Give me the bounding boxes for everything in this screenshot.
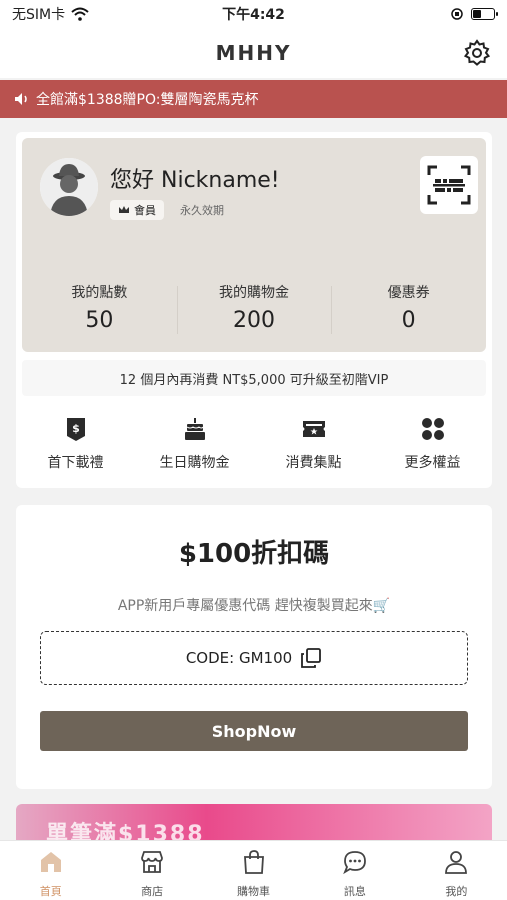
coupon-card: $100折扣碼 APP新用戶專屬優惠代碼 趕快複製買起來🛒 CODE: GM10…	[16, 505, 492, 789]
promo-banner[interactable]: 單筆滿$1388	[16, 804, 492, 844]
barcode-scan-button[interactable]	[420, 156, 478, 214]
stat-value: 50	[85, 308, 114, 333]
member-card: 您好 Nickname! 會員 永久效期 我的點數 50 我的購物金 200 優…	[16, 132, 492, 488]
coupon-code-text: CODE: GM100	[185, 649, 293, 667]
perk-birthday-credit[interactable]: 生日購物金	[135, 414, 254, 474]
perk-label: 更多權益	[404, 455, 461, 471]
tab-label: 購物車	[237, 885, 271, 898]
member-stats: 我的點數 50 我的購物金 200 優惠券 0	[22, 280, 486, 342]
more-grid-icon	[421, 418, 444, 440]
avatar[interactable]	[40, 158, 98, 216]
gear-icon[interactable]	[463, 39, 491, 67]
profile-icon	[445, 851, 468, 874]
perk-label: 消費集點	[285, 455, 342, 471]
tab-store[interactable]: 商店	[101, 841, 202, 900]
member-level-badge: 會員	[110, 200, 164, 220]
announcement-text: 全館滿$1388贈PO:雙層陶瓷馬克杯	[36, 92, 259, 108]
orientation-lock-icon	[451, 8, 463, 20]
stat-value: 200	[233, 308, 275, 333]
membership-validity: 永久效期	[180, 204, 224, 217]
stat-label: 我的購物金	[219, 285, 289, 301]
svg-text:$: $	[72, 422, 80, 435]
carrier-label: 无SIM卡	[12, 7, 66, 23]
tab-messages[interactable]: 訊息	[304, 841, 405, 900]
shop-now-button[interactable]: ShopNow	[40, 711, 468, 751]
stat-label: 優惠券	[387, 285, 430, 301]
tab-cart[interactable]: 購物車	[203, 841, 304, 900]
shopping-bag-icon	[243, 850, 264, 874]
battery-icon	[471, 8, 498, 20]
member-summary: 您好 Nickname! 會員 永久效期 我的點數 50 我的購物金 200 優…	[22, 138, 486, 352]
stat-label: 我的點數	[71, 285, 128, 301]
dollar-tag-icon: $	[66, 418, 85, 441]
stat-value: 0	[401, 308, 416, 333]
perks-row: $ 首下載禮 生日購物金 消費集點 更多權益	[16, 414, 492, 474]
speaker-icon	[15, 93, 27, 105]
perk-download-gift[interactable]: $ 首下載禮	[16, 414, 135, 474]
stat-coupons[interactable]: 優惠券 0	[331, 280, 486, 342]
nav-bar: MHHY	[0, 28, 507, 78]
perk-label: 首下載禮	[47, 455, 104, 471]
ticket-icon	[302, 421, 325, 437]
tab-label: 商店	[141, 885, 164, 898]
home-icon	[40, 852, 61, 872]
tab-label: 我的	[445, 885, 468, 898]
coupon-subtitle: APP新用戶專屬優惠代碼 趕快複製買起來🛒	[117, 598, 391, 614]
greeting-text: 您好 Nickname!	[110, 168, 280, 193]
stat-points[interactable]: 我的點數 50	[22, 280, 177, 342]
perk-label: 生日購物金	[159, 455, 230, 471]
tab-bar: 首頁 商店 購物車 訊息 我的	[0, 840, 507, 900]
barcode-icon	[427, 165, 471, 205]
coupon-code-box[interactable]: CODE: GM100	[40, 631, 468, 685]
stat-shopping-credit[interactable]: 我的購物金 200	[176, 280, 332, 342]
store-icon	[141, 851, 164, 873]
status-bar: 无SIM卡 下午4:42	[0, 0, 507, 28]
wifi-icon	[71, 7, 89, 21]
tab-label: 訊息	[343, 885, 366, 898]
tab-home[interactable]: 首頁	[0, 841, 101, 900]
coupon-title: $100折扣碼	[178, 539, 330, 569]
tab-profile[interactable]: 我的	[406, 841, 507, 900]
chat-icon	[343, 851, 366, 875]
perk-spend-points[interactable]: 消費集點	[254, 414, 373, 474]
birthday-cake-icon	[184, 418, 205, 440]
copy-icon[interactable]	[300, 647, 322, 669]
upgrade-progress-text: 12 個月內再消費 NT$5,000 可升級至初階VIP	[22, 360, 486, 396]
tab-label: 首頁	[39, 885, 62, 898]
announcement-bar[interactable]: 全館滿$1388贈PO:雙層陶瓷馬克杯	[0, 80, 507, 118]
member-level-label: 會員	[134, 204, 156, 217]
perk-more-benefits[interactable]: 更多權益	[373, 414, 492, 474]
crown-icon	[119, 206, 129, 213]
app-logo-title: MHHY	[215, 41, 292, 65]
user-avatar-icon	[40, 158, 98, 216]
